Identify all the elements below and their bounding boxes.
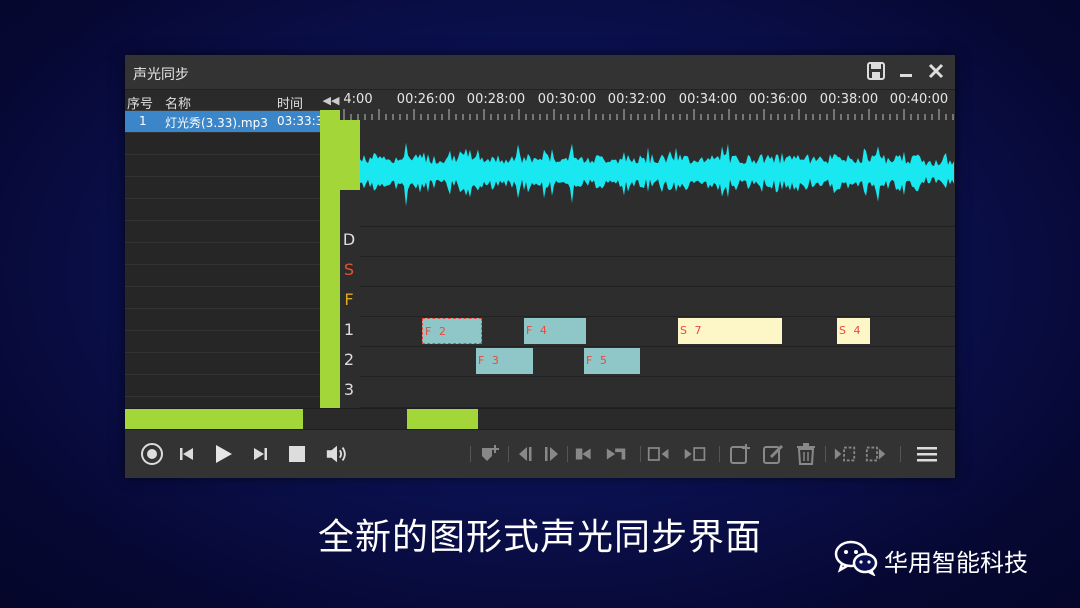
list-item[interactable] (125, 155, 320, 177)
toolbar-separator (470, 446, 471, 462)
title-bar-controls (865, 60, 947, 82)
menu-icon[interactable] (915, 442, 939, 466)
file-list: 序号 名称 时间 1 灯光秀(3.33).mp3 03:33:3 (125, 90, 320, 408)
list-item[interactable] (125, 309, 320, 331)
ruler-label: 00:34:00 (678, 92, 738, 107)
track-label-2: 2 (343, 350, 355, 369)
track-label-d: D (342, 230, 356, 249)
align-right-icon[interactable] (605, 442, 629, 466)
ruler-label: 00:32:00 (607, 92, 667, 107)
clip-f5[interactable]: F 5 (584, 348, 640, 374)
ruler-label: 00:38:00 (819, 92, 879, 107)
next-icon[interactable] (248, 442, 272, 466)
list-item[interactable] (125, 331, 320, 353)
add-marker-icon[interactable] (478, 442, 502, 466)
record-icon[interactable] (140, 442, 164, 466)
list-item[interactable] (125, 221, 320, 243)
column-time[interactable]: 时间 (277, 93, 303, 112)
file-index: 1 (139, 114, 147, 128)
timeline-scrollbar-thumb[interactable] (407, 409, 478, 429)
scroll-strip (125, 408, 955, 429)
frame-right-icon[interactable] (683, 442, 707, 466)
volume-icon[interactable] (325, 442, 349, 466)
file-row[interactable]: 1 灯光秀(3.33).mp3 03:33:3 (125, 111, 320, 133)
align-left-icon[interactable] (574, 442, 598, 466)
clip-s4[interactable]: S 4 (837, 318, 870, 344)
play-icon[interactable] (211, 442, 235, 466)
column-name[interactable]: 名称 (165, 93, 191, 112)
track-lane-3[interactable] (360, 376, 955, 408)
track-label-s: S (343, 260, 355, 279)
list-item[interactable] (125, 177, 320, 199)
ruler-label: 00:26:00 (396, 92, 456, 107)
audio-track[interactable] (360, 120, 955, 226)
close-icon[interactable] (925, 60, 947, 82)
track-lane-2[interactable] (360, 346, 955, 377)
delete-icon[interactable] (794, 442, 818, 466)
stop-icon[interactable] (285, 442, 309, 466)
brand-mark: 华用智能科技 (834, 540, 1028, 580)
toolbar-separator (640, 446, 641, 462)
clip-f3[interactable]: F 3 (476, 348, 533, 374)
clip-f2[interactable]: F 2 (422, 318, 482, 344)
wechat-icon (834, 540, 878, 580)
list-item[interactable] (125, 353, 320, 375)
import-icon[interactable] (833, 442, 857, 466)
toolbar-separator (567, 446, 568, 462)
audio-waveform (360, 142, 954, 207)
prev-icon[interactable] (175, 442, 199, 466)
clip-s7[interactable]: S 7 (678, 318, 782, 344)
time-ruler[interactable]: 4:00 00:26:00 00:28:00 00:30:00 00:32:00… (340, 90, 955, 122)
clip-f4[interactable]: F 4 (524, 318, 586, 344)
file-name: 灯光秀(3.33).mp3 (165, 116, 268, 130)
track-label-3: 3 (343, 380, 355, 399)
edit-icon[interactable] (761, 442, 785, 466)
minimize-icon[interactable] (895, 60, 917, 82)
track-label-f: F (344, 290, 354, 309)
step-back-icon[interactable] (514, 442, 538, 466)
step-forward-icon[interactable] (539, 442, 563, 466)
toolbar-separator (719, 446, 720, 462)
transport-toolbar (125, 429, 955, 478)
track-area: D S F 1 2 3 F 2 F 4 S 7 S 4 F 3 F 5 (340, 226, 955, 408)
splitter-bar[interactable] (320, 110, 340, 408)
track-lane-s[interactable] (360, 256, 955, 287)
list-item[interactable] (125, 199, 320, 221)
list-item[interactable] (125, 287, 320, 309)
list-item[interactable] (125, 265, 320, 287)
ruler-label: 00:28:00 (466, 92, 526, 107)
title-bar: 声光同步 (125, 55, 955, 90)
ruler-label: 00:30:00 (537, 92, 597, 107)
toolbar-separator (825, 446, 826, 462)
list-item[interactable] (125, 133, 320, 155)
ruler-label: 4:00 (343, 92, 373, 107)
save-icon[interactable] (865, 60, 887, 82)
list-scrollbar-thumb[interactable] (125, 409, 303, 429)
toolbar-separator (508, 446, 509, 462)
list-item[interactable] (125, 375, 320, 397)
toolbar-separator (900, 446, 901, 462)
track-label-1: 1 (343, 320, 355, 339)
brand-name: 华用智能科技 (884, 548, 1028, 577)
track-lane-f[interactable] (360, 286, 955, 317)
file-time: 03:33:3 (277, 114, 320, 128)
ruler-label: 00:40:00 (889, 92, 949, 107)
export-icon[interactable] (865, 442, 889, 466)
column-index[interactable]: 序号 (127, 93, 153, 112)
sound-light-sync-window: 声光同步 序号 名称 时间 1 灯光秀(3.33).mp3 03:33:3 ◀◀… (125, 55, 955, 478)
new-clip-icon[interactable] (728, 442, 752, 466)
window-title: 声光同步 (133, 67, 189, 83)
list-item[interactable] (125, 243, 320, 265)
collapse-left-icon[interactable]: ◀◀ (322, 92, 340, 108)
timeline-panel: 4:00 00:26:00 00:28:00 00:30:00 00:32:00… (340, 90, 955, 408)
ruler-label: 00:36:00 (748, 92, 808, 107)
frame-left-icon[interactable] (647, 442, 671, 466)
audio-track-handle[interactable] (340, 120, 360, 190)
file-list-header: 序号 名称 时间 (125, 90, 320, 112)
track-lane-d[interactable] (360, 226, 955, 257)
